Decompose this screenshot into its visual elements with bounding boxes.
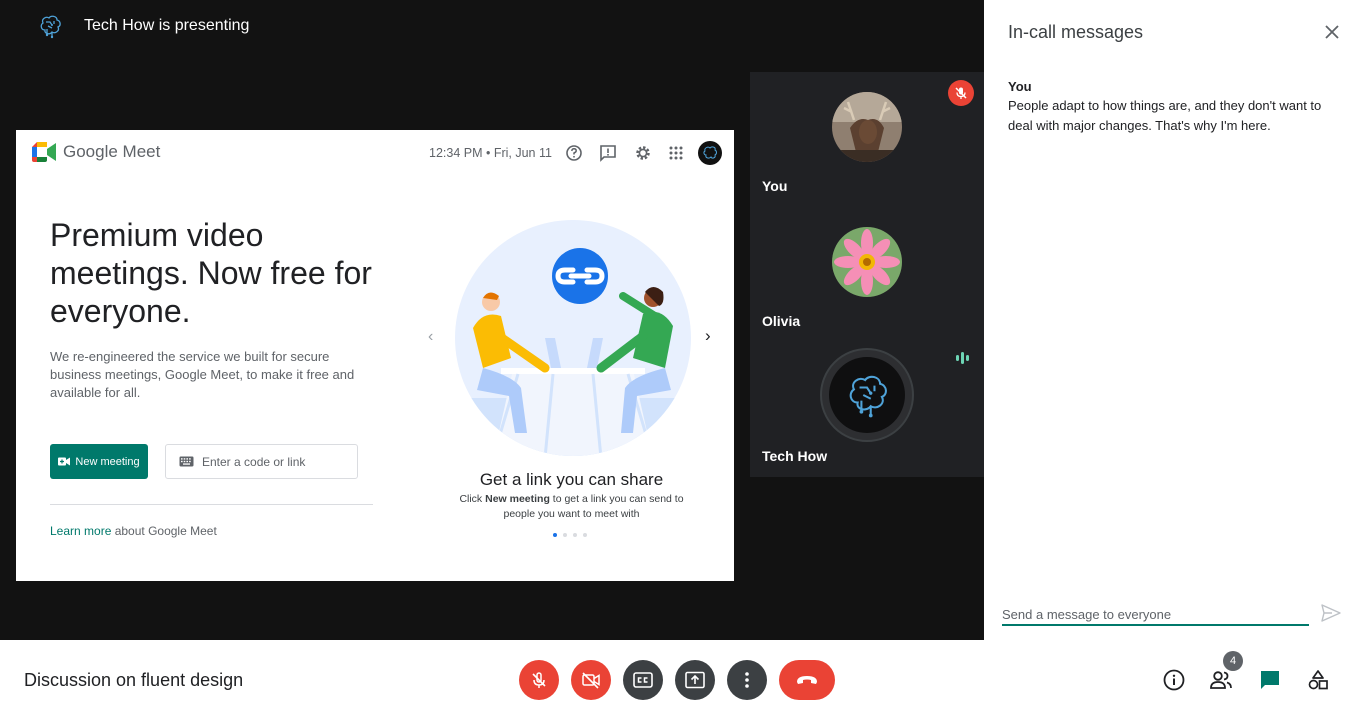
share-link-illustration [455,220,691,456]
present-screen-button[interactable] [675,660,715,700]
closed-captions-icon [633,672,653,688]
brain-circuit-icon [40,15,61,39]
camera-toggle-button[interactable] [571,660,611,700]
learn-more: Learn more about Google Meet [50,524,217,538]
feedback-icon[interactable] [598,143,618,163]
meeting-name: Discussion on fluent design [24,670,244,690]
video-camera-icon [58,457,71,466]
muted-mic-icon [948,80,974,106]
leave-call-button[interactable] [779,660,835,700]
camera-off-icon [582,672,600,689]
presenter-status: Tech How is presenting [84,17,250,34]
carousel-dot[interactable] [553,533,557,537]
headline: Premium video meetings. Now free for eve… [50,217,372,329]
apps-grid-icon[interactable] [666,143,686,163]
carousel-description: Click New meeting to get a link you can … [459,493,684,520]
logo-text: Google Meet [63,142,161,161]
carousel-next-chevron-icon[interactable]: › [705,326,711,346]
mic-off-icon [532,672,546,688]
participants-panel: You Olivia Tech How [750,72,984,477]
description: We re-engineered the service we built fo… [50,349,355,400]
avatar-speaking-ring [820,348,914,442]
carousel-dot[interactable] [563,533,567,537]
avatar [832,92,902,162]
learn-more-rest: about Google Meet [111,524,217,538]
hang-up-icon [797,676,817,684]
keyboard-icon [179,456,194,467]
brain-circuit-icon [849,375,887,418]
chat-icon [1261,671,1279,689]
meeting-details-button[interactable] [1162,668,1186,692]
message-sender: You [1008,79,1032,94]
participant-tile-you[interactable]: You [750,72,984,207]
chat-panel: In-call messages You People adapt to how… [984,0,1360,640]
chat-button[interactable] [1258,668,1282,692]
activities-shapes-icon [1308,670,1328,690]
participant-name: Tech How [762,448,828,464]
presenter-bar: Tech How is presenting [34,10,249,42]
captions-button[interactable] [623,660,663,700]
presentation-stage: Tech How is presenting Google Meet 12:34… [0,0,984,640]
carousel-dot[interactable] [573,533,577,537]
participant-tile-tech-how[interactable]: Tech How [750,342,984,477]
shared-screen: Google Meet 12:34 PM • Fri, Jun 11 Premi… [16,130,734,581]
avatar [829,357,905,433]
carousel-prev-chevron-icon[interactable]: ‹ [428,328,433,346]
more-vertical-icon [745,672,749,688]
participant-name: Olivia [762,313,801,329]
people-button[interactable] [1209,668,1233,692]
meeting-code-placeholder: Enter a code or link [202,454,306,469]
help-icon[interactable] [564,143,584,163]
message-text: People adapt to how things are, and they… [1008,98,1322,133]
microphone-toggle-button[interactable] [519,660,559,700]
avatar [832,227,902,297]
info-icon [1163,669,1185,691]
divider [50,504,373,505]
carousel-title: Get a link you can share [479,470,664,489]
carousel-dots [553,533,593,537]
new-meeting-button[interactable]: New meeting [50,444,148,479]
participant-name: You [762,178,788,194]
send-icon[interactable] [1320,602,1342,624]
new-meeting-label: New meeting [75,455,140,468]
google-meet-logo: Google Meet [32,142,160,162]
presenter-avatar [34,10,66,42]
meeting-controls-bar: Discussion on fluent design 4 [0,640,1360,720]
chat-message-input[interactable] [1002,604,1309,626]
activities-button[interactable] [1306,668,1330,692]
present-to-all-icon [685,671,705,689]
participant-count-badge: 4 [1223,651,1243,671]
settings-gear-icon[interactable] [633,143,653,163]
account-avatar[interactable] [698,141,722,165]
speaking-indicator-icon [955,352,970,364]
learn-more-link[interactable]: Learn more [50,524,111,538]
meeting-code-input[interactable]: Enter a code or link [165,444,358,479]
carousel-dot[interactable] [583,533,587,537]
participant-tile-olivia[interactable]: Olivia [750,207,984,342]
close-icon[interactable] [1322,22,1342,42]
people-icon [1210,671,1232,689]
meet-logo-icon [32,142,56,162]
more-options-button[interactable] [727,660,767,700]
chat-title: In-call messages [1008,22,1144,42]
clock: 12:34 PM • Fri, Jun 11 [429,146,552,160]
